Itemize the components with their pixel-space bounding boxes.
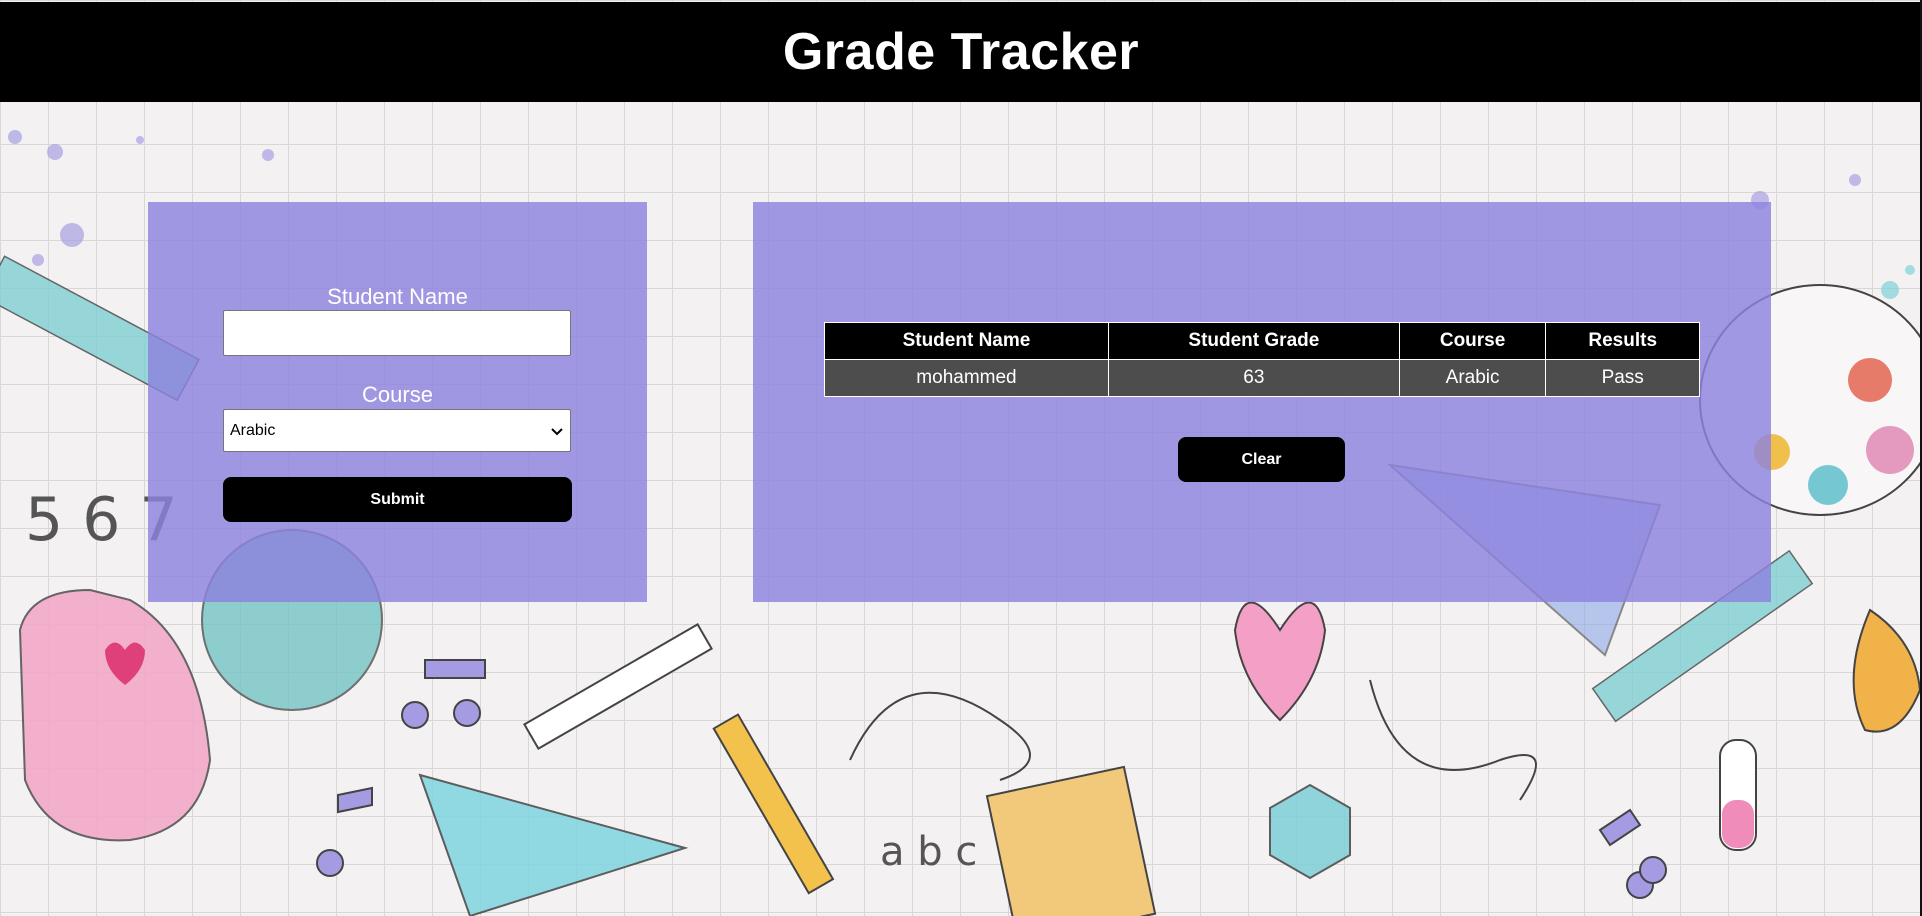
table-row: mohammed 63 Arabic Pass	[824, 359, 1700, 397]
cell-student-name: mohammed	[824, 359, 1109, 397]
doodle-letters: a b c	[880, 829, 977, 875]
student-name-label: Student Name	[327, 284, 468, 309]
table-header-row: Student Name Student Grade Course Result…	[824, 322, 1700, 360]
cell-course: Arabic	[1398, 359, 1547, 397]
course-select[interactable]: Arabic	[223, 409, 571, 452]
course-label: Course	[362, 382, 433, 407]
app-title: Grade Tracker	[782, 23, 1140, 81]
submit-button[interactable]: Submit	[223, 477, 572, 522]
cell-result: Pass	[1545, 359, 1700, 397]
results-panel: Student Name Student Grade Course Result…	[753, 202, 1771, 602]
clear-button[interactable]: Clear	[1178, 437, 1345, 482]
chevron-down-icon	[551, 427, 563, 435]
course-select-value: Arabic	[230, 421, 276, 439]
header-results: Results	[1545, 322, 1700, 360]
top-bar: Grade Tracker	[0, 2, 1922, 102]
header-student-grade: Student Grade	[1107, 322, 1400, 360]
student-name-input[interactable]	[223, 310, 571, 356]
grades-table: Student Name Student Grade Course Result…	[824, 322, 1700, 397]
header-student-name: Student Name	[824, 322, 1109, 360]
grade-entry-form: Student Name Course Arabic Submit	[148, 202, 647, 602]
header-course: Course	[1398, 322, 1547, 360]
cell-student-grade: 63	[1107, 359, 1400, 397]
